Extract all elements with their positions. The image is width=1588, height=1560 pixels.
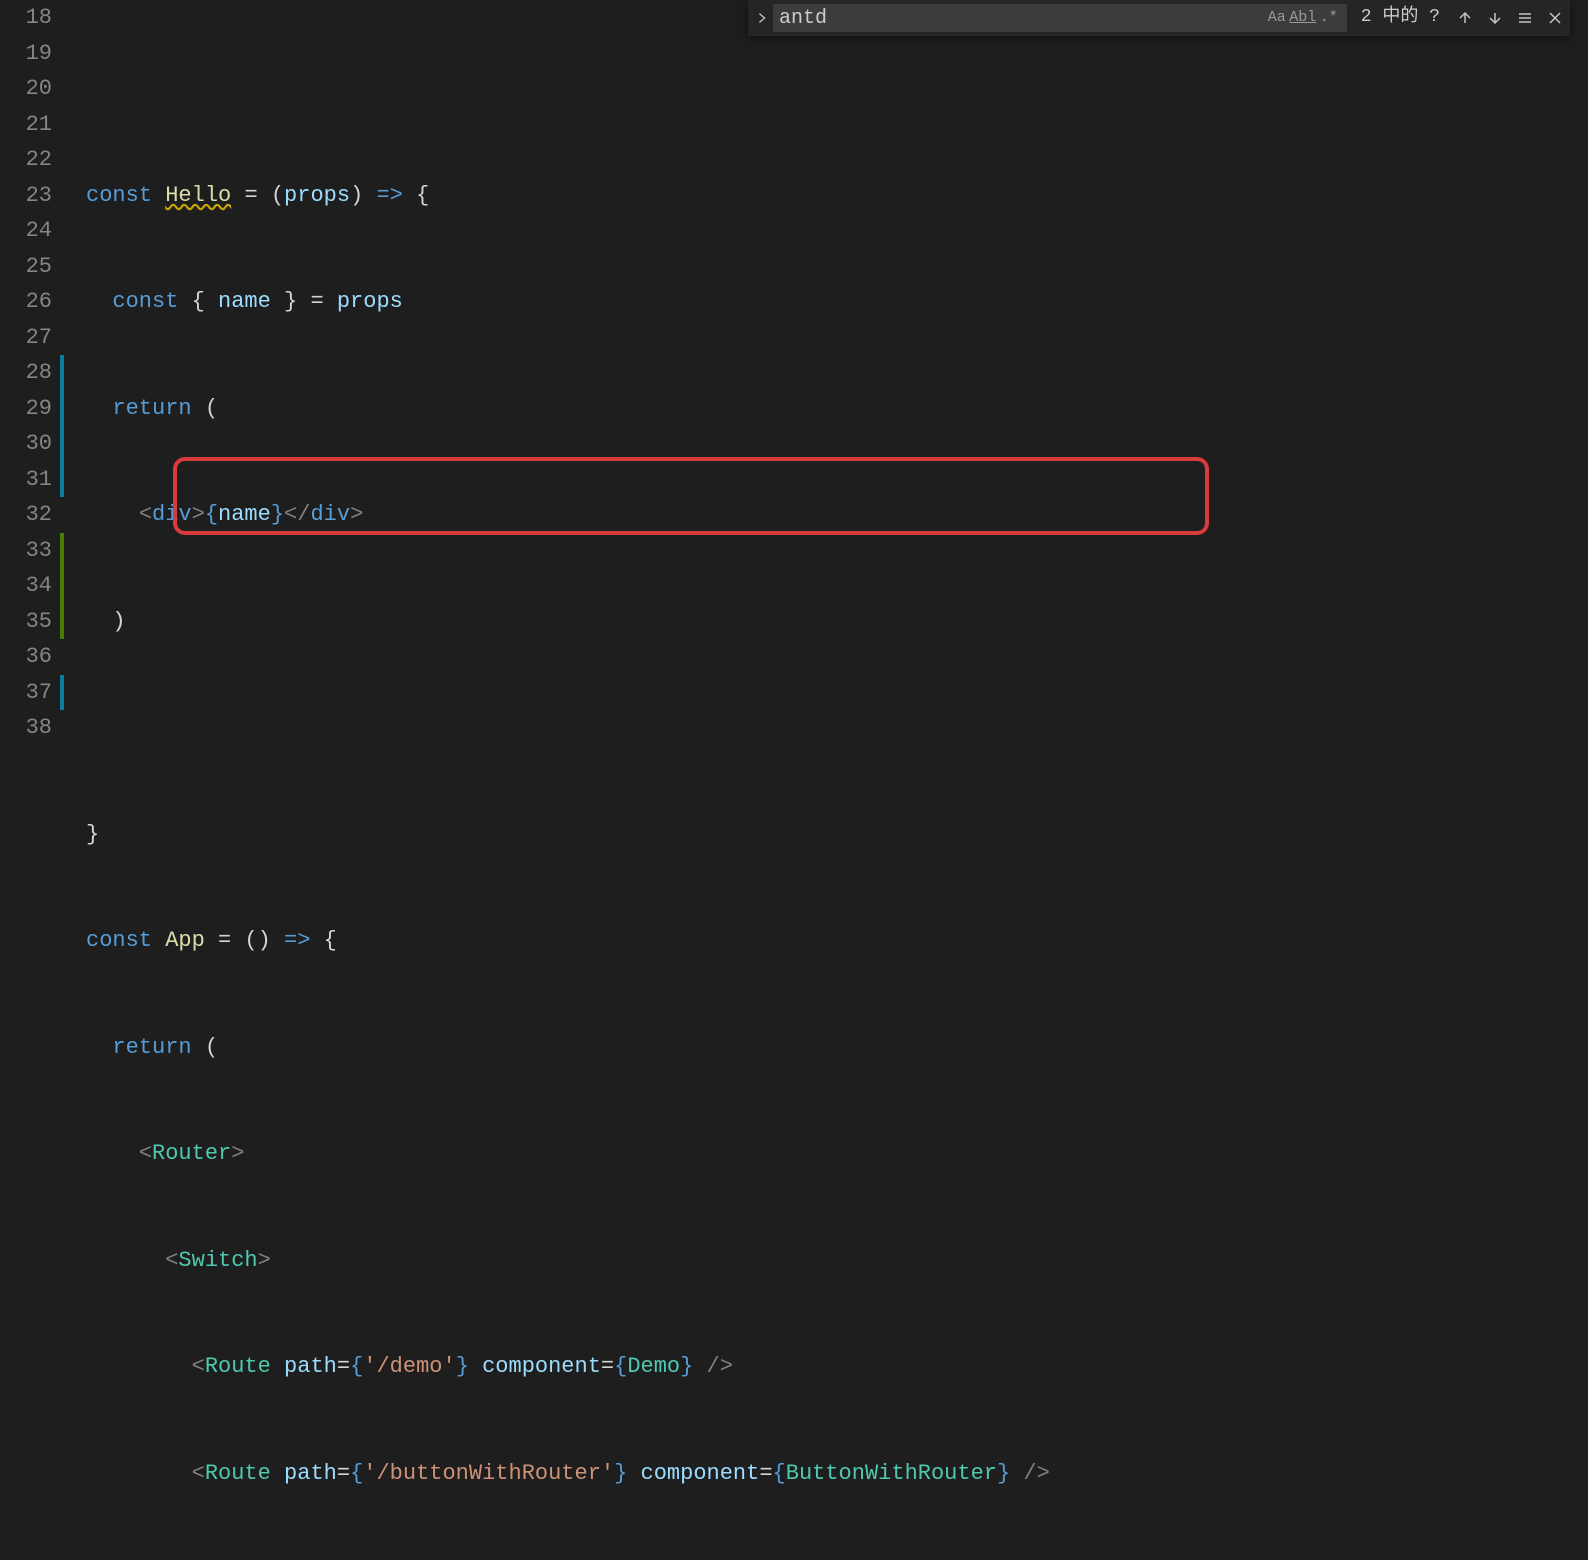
line-number: 30 <box>0 426 52 462</box>
chevron-right-icon <box>755 11 769 25</box>
code-editor[interactable]: 18 19 20 21 22 23 24 25 26 27 28 29 30 3… <box>0 0 1588 780</box>
find-next-button[interactable] <box>1482 5 1508 31</box>
line-number: 31 <box>0 462 52 498</box>
find-in-selection-button[interactable] <box>1512 5 1538 31</box>
regex-toggle[interactable]: .* <box>1317 6 1341 30</box>
find-widget: Aa Abl .* 2 中的 ? <box>748 0 1570 36</box>
editor-content[interactable]: const Hello = (props) => { const { name … <box>66 0 1588 780</box>
line-number: 23 <box>0 178 52 214</box>
line-number: 21 <box>0 107 52 143</box>
code-line[interactable]: <Switch> <box>86 1243 1588 1279</box>
arrow-up-icon <box>1457 10 1473 26</box>
find-status-text: 2 中的 ? <box>1351 0 1450 36</box>
line-number: 18 <box>0 0 52 36</box>
line-number: 38 <box>0 710 52 746</box>
find-input[interactable] <box>779 7 1263 30</box>
code-line[interactable]: <Router> <box>86 1136 1588 1172</box>
selection-icon <box>1517 10 1533 26</box>
line-number: 28 <box>0 355 52 391</box>
match-case-toggle[interactable]: Aa <box>1265 6 1289 30</box>
code-line[interactable]: <div>{name}</div> <box>86 497 1588 533</box>
code-line[interactable]: <Route path={'/demo'} component={Demo} /… <box>86 1349 1588 1385</box>
code-line[interactable]: } <box>86 817 1588 853</box>
code-line[interactable]: const App = () => { <box>86 923 1588 959</box>
code-line[interactable]: <Route path={'/buttonWithRouter'} compon… <box>86 1456 1588 1492</box>
line-number: 35 <box>0 604 52 640</box>
code-line[interactable]: return ( <box>86 1030 1588 1066</box>
find-prev-button[interactable] <box>1452 5 1478 31</box>
find-input-wrap: Aa Abl .* <box>773 4 1347 32</box>
code-line[interactable]: const { name } = props <box>86 284 1588 320</box>
whole-word-toggle[interactable]: Abl <box>1291 6 1315 30</box>
line-number: 33 <box>0 533 52 569</box>
line-number: 20 <box>0 71 52 107</box>
code-line[interactable]: ) <box>86 604 1588 640</box>
find-replace-toggle[interactable] <box>751 0 773 36</box>
line-number: 36 <box>0 639 52 675</box>
code-line[interactable]: const Hello = (props) => { <box>86 178 1588 214</box>
code-line[interactable] <box>86 71 1588 107</box>
line-number: 24 <box>0 213 52 249</box>
code-line[interactable] <box>86 710 1588 746</box>
line-number: 34 <box>0 568 52 604</box>
line-number: 26 <box>0 284 52 320</box>
find-close-button[interactable] <box>1542 5 1568 31</box>
line-number: 27 <box>0 320 52 356</box>
code-line[interactable]: return ( <box>86 391 1588 427</box>
line-number-gutter: 18 19 20 21 22 23 24 25 26 27 28 29 30 3… <box>0 0 60 780</box>
close-icon <box>1547 10 1563 26</box>
line-number: 29 <box>0 391 52 427</box>
line-number: 25 <box>0 249 52 285</box>
line-number: 37 <box>0 675 52 711</box>
line-number: 19 <box>0 36 52 72</box>
arrow-down-icon <box>1487 10 1503 26</box>
line-number: 32 <box>0 497 52 533</box>
line-number: 22 <box>0 142 52 178</box>
